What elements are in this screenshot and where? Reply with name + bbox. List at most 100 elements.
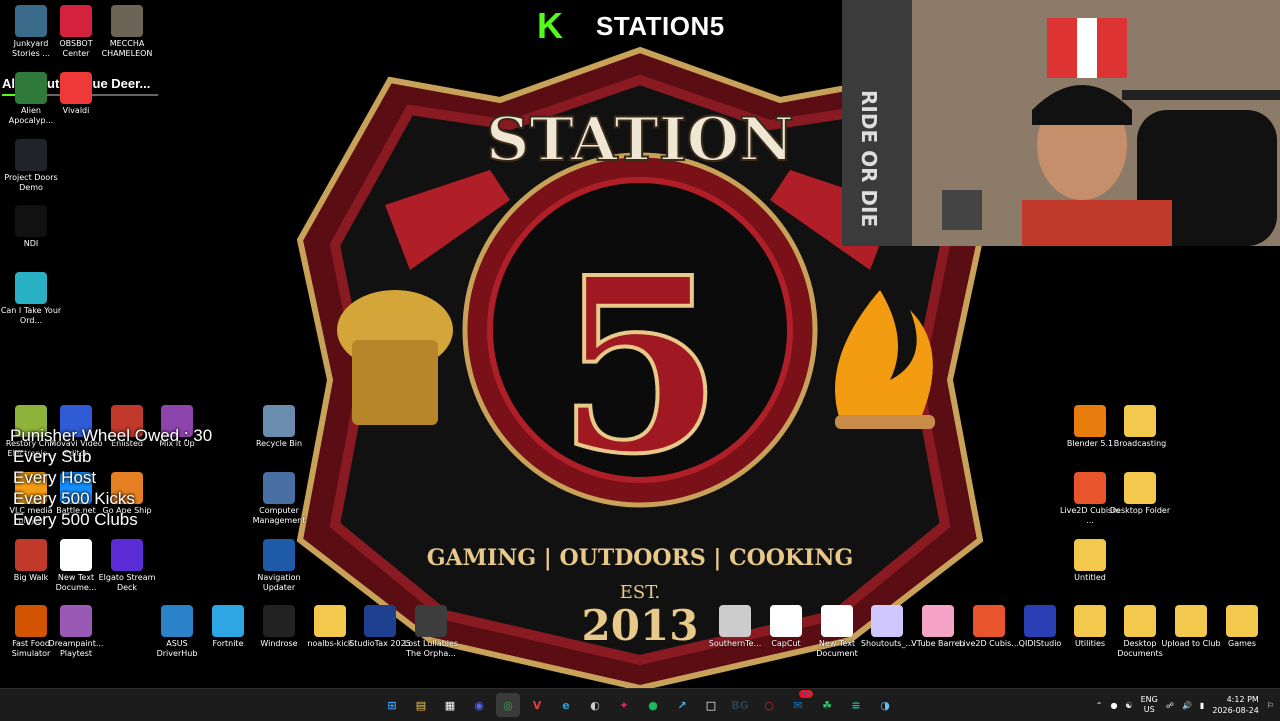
clock[interactable]: 4:12 PM 2026-08-24 — [1212, 694, 1259, 716]
chevron-up-icon[interactable]: ⌃ — [1096, 701, 1103, 710]
desktop-icon[interactable]: Can I Take Your Ord... — [0, 272, 62, 326]
junkyard-icon — [15, 5, 47, 37]
chrome-icon[interactable]: ◎ — [496, 693, 520, 717]
app-icon[interactable]: ✦ — [612, 693, 636, 717]
obs-icon[interactable]: ◐ — [583, 693, 607, 717]
kick-banner: K STATION5 — [530, 4, 840, 48]
wheel-row: Every Host — [13, 468, 97, 487]
desktop-icon[interactable]: Broadcasting — [1109, 405, 1171, 449]
lostlullabies-icon — [415, 605, 447, 637]
desktop-icon[interactable]: MECCHA CHAMELEON — [96, 5, 158, 59]
desktop-icon-label: Navigation Updater — [257, 573, 301, 592]
desktop-icon[interactable]: NDI — [0, 205, 62, 249]
chef-hat-icon — [337, 290, 453, 425]
taskbar-apps: ⊞ ▤ ▦ ◉ ◎ Ve ◐ ✦ ● ↗ □ BG ○ ✉ 73 ☘ ≡ ◑ — [380, 690, 897, 717]
desktop-icon[interactable]: Elgato Stream Deck — [96, 539, 158, 593]
language-indicator[interactable]: ENG US — [1141, 695, 1158, 715]
wifi-icon[interactable]: ☍ — [1166, 701, 1174, 710]
bg-icon[interactable]: BG — [728, 693, 752, 717]
desktop-icon-label: NDI — [23, 239, 39, 248]
shoutouts-icon — [871, 605, 903, 637]
folder-icon — [314, 605, 346, 637]
obsbot-icon[interactable]: ○ — [757, 693, 781, 717]
vivaldi-icon — [60, 72, 92, 104]
region-code: US — [1143, 705, 1155, 714]
system-tray: ⌃ ● ☯ ENG US ☍ 🔊 ▮ 4:12 PM 2026-08-24 ⚐ — [1096, 689, 1274, 721]
desktop-icon-label: Untitled — [1074, 573, 1106, 582]
folder-icon — [1074, 539, 1106, 571]
file-explorer-icon[interactable]: ▤ — [409, 693, 433, 717]
webcam-feed: RIDE OR DIE — [842, 0, 1280, 246]
desktop-icon[interactable]: Games — [1211, 605, 1273, 649]
folder-icon — [1124, 605, 1156, 637]
mail-icon[interactable]: ✉ 73 — [786, 690, 813, 717]
desktop-icon-label: Computer Management — [252, 506, 306, 525]
store-icon[interactable]: ▦ — [438, 693, 462, 717]
studiotax-icon — [364, 605, 396, 637]
volume-icon[interactable]: 🔊 — [1182, 701, 1192, 710]
elgato-icon[interactable]: ↗ — [670, 693, 694, 717]
vivaldi-icon[interactable]: V — [525, 693, 549, 717]
kick-logo-icon: K — [530, 5, 570, 46]
steam-icon[interactable]: ◑ — [873, 693, 897, 717]
desktop-icon[interactable]: Vivaldi — [45, 72, 107, 116]
alien-icon — [15, 72, 47, 104]
webcam-banner-text: RIDE OR DIE — [857, 90, 881, 227]
live2d-icon — [973, 605, 1005, 637]
punisher-wheel: Punisher Wheel Owed : 30 Every Sub Every… — [10, 425, 212, 530]
folder-icon — [1175, 605, 1207, 637]
windrose-icon — [263, 605, 295, 637]
battery-icon[interactable]: ▮ — [1200, 701, 1204, 710]
clock-date: 2026-08-24 — [1212, 706, 1259, 715]
qidi-icon — [1024, 605, 1056, 637]
folder-icon — [1124, 472, 1156, 504]
mail-badge: 73 — [799, 690, 813, 698]
windows-start-icon[interactable]: ⊞ — [380, 693, 404, 717]
microphone-icon[interactable]: ☯ — [1125, 701, 1132, 710]
streamdeck-icon — [111, 539, 143, 571]
ndi-icon — [15, 205, 47, 237]
logo-year: 2013 — [582, 601, 699, 650]
audio-icon[interactable]: ≡ — [844, 693, 868, 717]
window-icon[interactable]: □ — [699, 693, 723, 717]
blender-icon — [1074, 405, 1106, 437]
edge-icon[interactable]: e — [554, 693, 578, 717]
desktop-icon[interactable]: Untitled — [1059, 539, 1121, 583]
vtube-icon — [922, 605, 954, 637]
bigwalk-icon — [15, 539, 47, 571]
spotify-icon[interactable]: ● — [641, 693, 665, 717]
desktop-icon[interactable]: Recycle Bin — [248, 405, 310, 449]
folder-icon — [1074, 605, 1106, 637]
capcut-icon — [770, 605, 802, 637]
fortnite-icon — [212, 605, 244, 637]
language-code: ENG — [1140, 695, 1158, 704]
desktop-icon[interactable]: Computer Management — [248, 472, 310, 526]
taskbar: ⊞ ▤ ▦ ◉ ◎ Ve ◐ ✦ ● ↗ □ BG ○ ✉ 73 ☘ ≡ ◑ ⌃ ● ☯ ENG US ☍ 🔊 ▮… — [0, 688, 1280, 721]
desktop-icon[interactable]: Desktop Folder — [1109, 472, 1171, 516]
desktop-icon-label: Dreampaint... Playtest — [48, 639, 104, 658]
obsbot-icon — [60, 5, 92, 37]
logo-est: EST. — [620, 582, 661, 603]
desktop-icon[interactable]: Dreampaint... Playtest — [45, 605, 107, 659]
can-i-take-icon — [15, 272, 47, 304]
network-icon[interactable]: ● — [1110, 701, 1117, 710]
recycle-bin-icon — [263, 405, 295, 437]
notification-bell-icon[interactable]: ⚐ — [1267, 701, 1274, 710]
desktop-icon-label: Desktop Folder — [1109, 506, 1171, 515]
desktop-icon-label: MECCHA CHAMELEON — [101, 39, 153, 58]
logo-title: STATION — [486, 105, 794, 175]
desktop: 5 STATION GAMING | OUTDOORS | COOKING ES… — [0, 0, 1280, 688]
wheel-row: Every 500 Kicks — [13, 489, 135, 508]
wheel-row: Every 500 Clubs — [13, 510, 138, 529]
chameleon-icon — [111, 5, 143, 37]
clock-time: 4:12 PM — [1226, 695, 1259, 704]
discord-icon[interactable]: ◉ — [467, 693, 491, 717]
desktop-icon[interactable]: Navigation Updater — [248, 539, 310, 593]
desktop-icon[interactable]: Project Doors Demo — [0, 139, 62, 193]
computer-management-icon — [263, 472, 295, 504]
desktop-icon-label: Project Doors Demo — [4, 173, 58, 192]
desktop-icon-label: Recycle Bin — [255, 439, 303, 448]
desktop-icon[interactable]: Lost Lullabies The Orpha... — [400, 605, 462, 659]
alien-icon[interactable]: ☘ — [815, 693, 839, 717]
kick-channel-name: STATION5 — [596, 10, 725, 41]
